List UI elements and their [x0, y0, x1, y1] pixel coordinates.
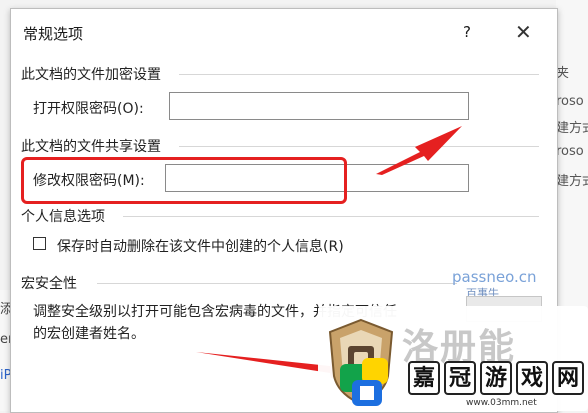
- logo-char: 网: [552, 361, 584, 395]
- passneo-watermark: passneo.cn: [452, 268, 537, 286]
- logo-site: www.03mm.net: [466, 398, 537, 408]
- game-logo-icon: [340, 358, 388, 406]
- logo-char: 嘉: [408, 361, 440, 395]
- logo-char: 冠: [444, 361, 476, 395]
- logo-char: 戏: [516, 361, 548, 395]
- logo-char: 游: [480, 361, 512, 395]
- arrow-to-field-icon: [376, 126, 462, 175]
